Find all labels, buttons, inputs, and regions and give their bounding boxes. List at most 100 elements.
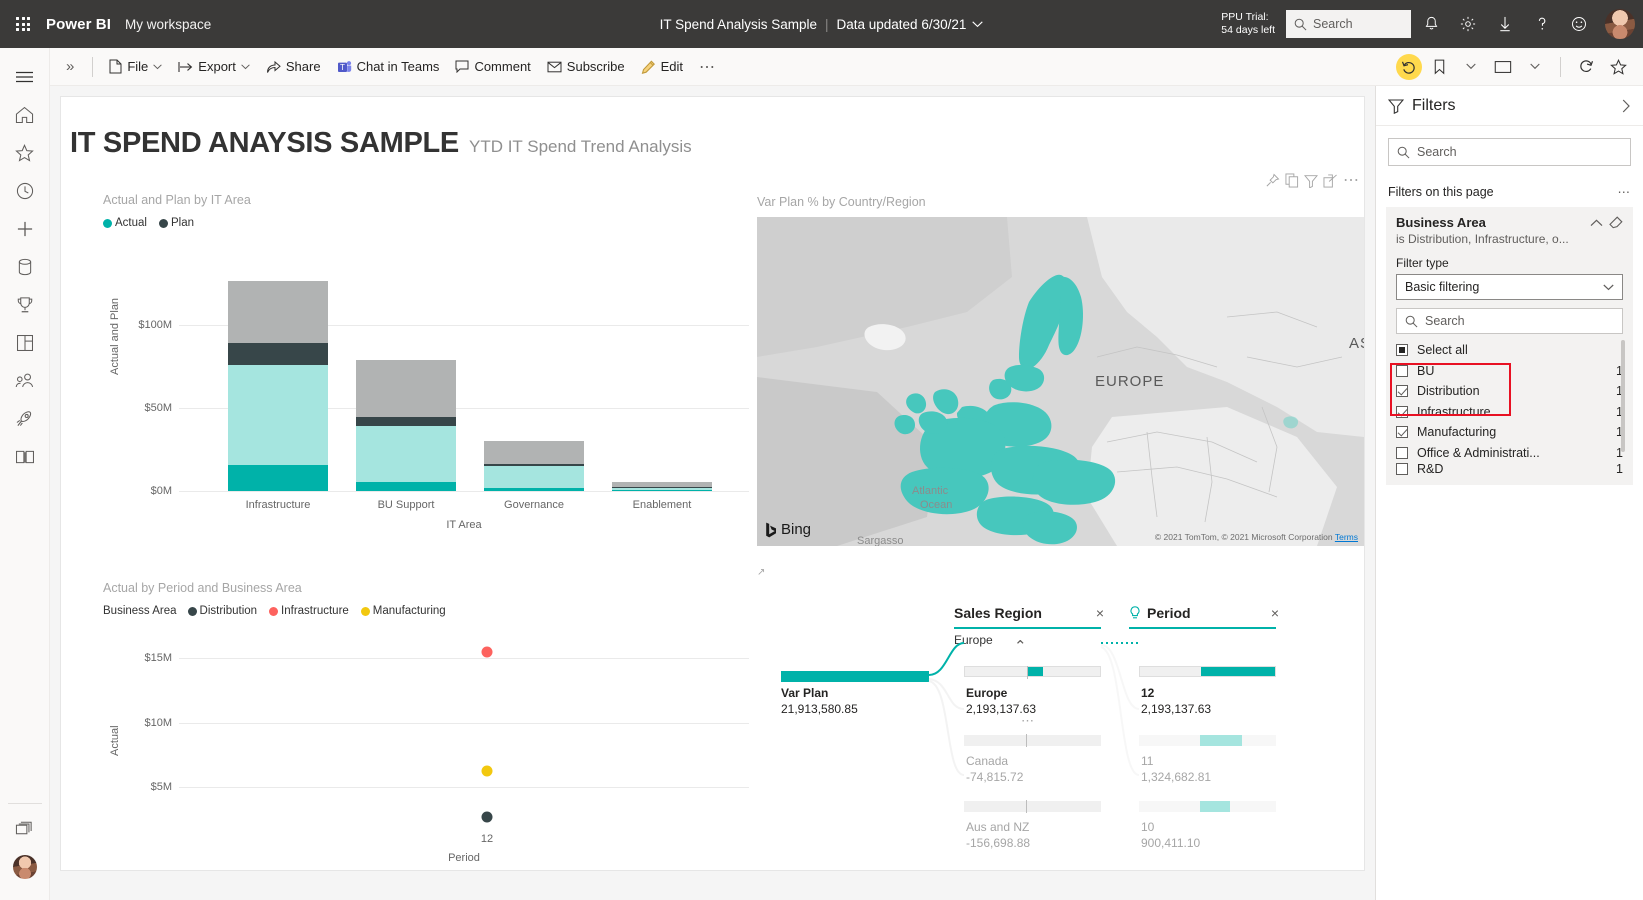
dt-column-sales-region[interactable]: Sales Region × [954, 605, 1104, 621]
view-chevron-down-icon[interactable] [1520, 52, 1550, 82]
dt-col-close-sales-region[interactable]: × [1096, 605, 1104, 621]
view-icon[interactable] [1488, 52, 1518, 82]
bar-bu-support[interactable]: BU Support [356, 259, 456, 491]
dt-l1-bar-canada[interactable] [964, 735, 1101, 746]
hamburger-menu-icon[interactable] [3, 58, 47, 96]
dt-l2-label-10[interactable]: 10 900,411.10 [1141, 819, 1200, 851]
dt-col-close-period[interactable]: × [1271, 605, 1279, 621]
rocket-icon[interactable] [3, 400, 47, 438]
comment-button[interactable]: Comment [447, 52, 538, 82]
dt-l2-label-11[interactable]: 11 1,324,682.81 [1141, 753, 1211, 785]
data-updated-dropdown[interactable]: Data updated 6/30/21 [837, 17, 984, 32]
checkbox-infrastructure[interactable] [1396, 406, 1408, 418]
filters-pane-search-input[interactable]: Search [1388, 138, 1631, 166]
refresh-icon[interactable] [1571, 52, 1601, 82]
dt-l1-bar-aus-nz[interactable] [964, 801, 1101, 812]
dt-l2-bar-12[interactable] [1139, 666, 1276, 677]
checkbox-office-administration[interactable] [1396, 447, 1408, 459]
dt-root-label[interactable]: Var Plan 21,913,580.85 [781, 685, 858, 717]
dt-l1-label-aus-nz[interactable]: Aus and NZ -156,698.88 [966, 819, 1030, 851]
visual-actual-and-plan-by-it-area[interactable]: Actual and Plan by IT Area Actual Plan A… [87, 193, 777, 553]
filter-item-manufacturing[interactable]: Manufacturing 1 [1396, 422, 1623, 443]
home-icon[interactable] [3, 96, 47, 134]
filter-item-infrastructure[interactable]: Infrastructure 1 [1396, 402, 1623, 423]
dt-l1-bar-europe[interactable] [964, 666, 1101, 677]
legend-item-actual[interactable]: Actual [103, 217, 147, 229]
bar-enablement[interactable]: Enablement [612, 259, 712, 491]
copy-icon[interactable] [1285, 173, 1299, 188]
legend-item-infrastructure[interactable]: Infrastructure [269, 605, 349, 617]
left-nav-avatar[interactable] [3, 848, 47, 886]
map-canvas[interactable]: EUROPE AS Atlantic Ocean Sargasso Sea Bi… [757, 217, 1364, 546]
pin-icon[interactable] [1265, 173, 1280, 188]
bar-infrastructure[interactable]: Infrastructure [228, 259, 328, 491]
filter-item-bu[interactable]: BU 1 [1396, 361, 1623, 382]
checkbox-manufacturing[interactable] [1396, 426, 1408, 438]
legend-item-plan[interactable]: Plan [159, 217, 194, 229]
more-options-icon[interactable]: ⋯ [1343, 174, 1360, 188]
filters-pane-expand-icon[interactable] [1622, 99, 1631, 113]
star-icon[interactable] [3, 134, 47, 172]
trophy-icon[interactable] [3, 286, 47, 324]
map-terms-link[interactable]: Terms [1335, 532, 1358, 542]
checkbox-distribution[interactable] [1396, 385, 1408, 397]
download-icon[interactable] [1488, 7, 1522, 41]
powerbi-brand[interactable]: Power BI [46, 16, 125, 33]
expand-toolbar-icon[interactable]: » [60, 58, 84, 75]
dt-l2-bar-11[interactable] [1139, 735, 1276, 746]
visual-actual-by-period-and-business-area[interactable]: Actual by Period and Business Area Busin… [87, 581, 777, 871]
book-icon[interactable] [3, 438, 47, 476]
edit-button[interactable]: Edit [633, 52, 691, 82]
filter-card-business-area[interactable]: Business Area is Distribution, Infrastru… [1386, 207, 1633, 485]
point-infrastructure[interactable] [482, 647, 493, 658]
settings-gear-icon[interactable] [1451, 7, 1485, 41]
chevron-up-icon[interactable] [1590, 219, 1603, 227]
dt-l1-label-canada[interactable]: Canada -74,815.72 [966, 753, 1023, 785]
dt-l2-bar-10[interactable] [1139, 801, 1276, 812]
filter-type-select[interactable]: Basic filtering [1396, 274, 1623, 300]
filter-list-scrollbar[interactable] [1621, 340, 1625, 452]
workspaces-icon[interactable] [3, 810, 47, 848]
people-icon[interactable] [3, 362, 47, 400]
visual-var-plan-by-country-region[interactable]: ⋯ Var Plan % by Country/Region [749, 173, 1364, 557]
share-button[interactable]: Share [258, 52, 329, 82]
apps-icon[interactable] [3, 324, 47, 362]
dt-l2-label-12[interactable]: 12 2,193,137.63 [1141, 685, 1211, 717]
favorite-star-icon[interactable] [1603, 52, 1633, 82]
app-launcher-icon[interactable] [0, 17, 46, 31]
notification-bell-icon[interactable] [1414, 7, 1448, 41]
focus-mode-icon[interactable] [1323, 174, 1338, 188]
workspace-name[interactable]: My workspace [125, 17, 211, 32]
legend-item-manufacturing[interactable]: Manufacturing [361, 605, 446, 617]
eraser-icon[interactable] [1609, 216, 1623, 229]
filter-values-search-input[interactable]: Search [1396, 308, 1623, 334]
filter-item-select-all[interactable]: Select all [1396, 340, 1623, 361]
filters-section-more-icon[interactable]: ⋯ [1618, 184, 1632, 199]
resize-handle-icon[interactable]: ↗ [757, 567, 765, 578]
subscribe-button[interactable]: Subscribe [539, 52, 633, 82]
reset-filters-icon[interactable] [1396, 54, 1422, 80]
checkbox-select-all[interactable] [1396, 344, 1408, 356]
export-menu-button[interactable]: Export [170, 52, 258, 82]
user-avatar[interactable] [1605, 9, 1635, 39]
checkbox-bu[interactable] [1396, 365, 1408, 377]
bar-governance[interactable]: Governance [484, 259, 584, 491]
plus-icon[interactable] [3, 210, 47, 248]
chat-in-teams-button[interactable]: T Chat in Teams [329, 52, 448, 82]
clock-icon[interactable] [3, 172, 47, 210]
help-icon[interactable] [1525, 7, 1559, 41]
more-options-button[interactable]: ⋯ [691, 52, 724, 82]
legend-item-distribution[interactable]: Distribution [188, 605, 258, 617]
point-manufacturing[interactable] [482, 766, 493, 777]
bookmarks-chevron-down-icon[interactable] [1456, 52, 1486, 82]
dt-root-bar[interactable] [781, 671, 929, 682]
feedback-smiley-icon[interactable] [1562, 7, 1596, 41]
bookmarks-icon[interactable] [1424, 52, 1454, 82]
filter-icon[interactable] [1304, 174, 1318, 188]
dt-collapse-caret[interactable]: ⌃ [1014, 637, 1027, 655]
point-distribution[interactable] [482, 812, 493, 823]
checkbox-rd[interactable] [1396, 463, 1408, 475]
visual-decomposition-tree[interactable]: ↗ Sales Region × Europe Period × ⌃ [749, 563, 1364, 872]
global-search-input[interactable]: Search [1286, 10, 1411, 38]
filter-item-distribution[interactable]: Distribution 1 [1396, 381, 1623, 402]
